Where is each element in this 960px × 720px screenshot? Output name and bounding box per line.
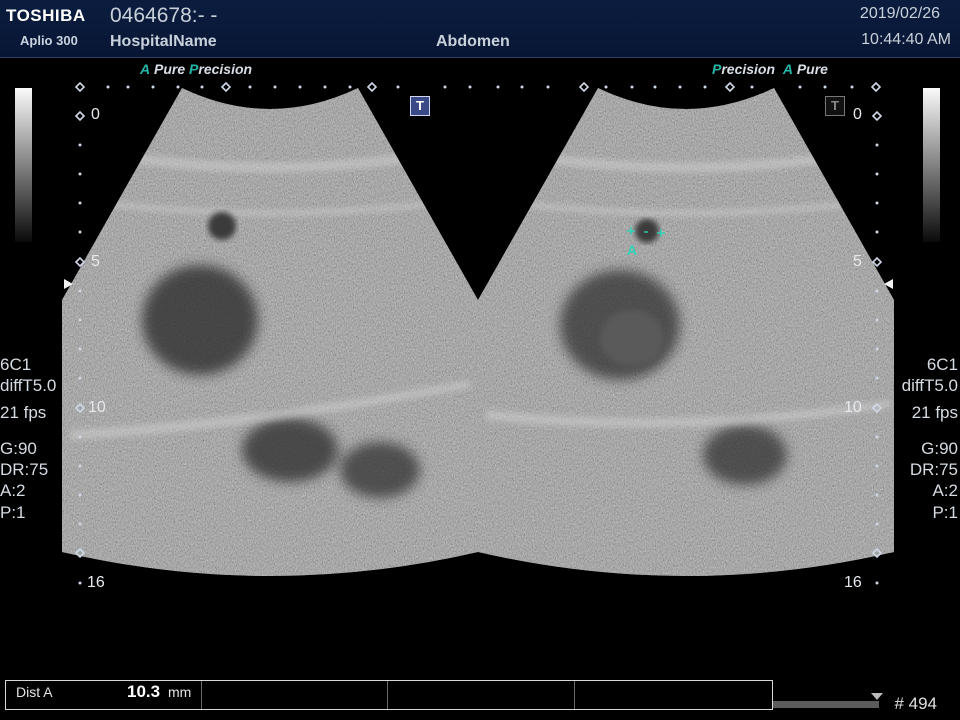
probe-label: 6C1 (926, 355, 958, 374)
caliper-label: A (627, 242, 638, 258)
scale-marker-icon (74, 81, 882, 93)
left-ultrasound-sector (62, 88, 478, 576)
t-icon[interactable]: T (825, 96, 845, 116)
measurement-unit: mm (168, 684, 192, 700)
depth-label-16: 16 (844, 574, 862, 591)
frame-rate: 21 fps (0, 402, 47, 422)
lateral-scale (106, 85, 854, 89)
frame-counter: # 494 (894, 694, 937, 713)
measurement-table: Dist A 10.3 mm (5, 680, 773, 710)
depth-label-0: 0 (853, 106, 862, 123)
probe-label: 6C1 (0, 355, 32, 374)
filter-label: diffT5.0 (0, 376, 57, 396)
depth-label-10: 10 (844, 399, 862, 416)
gain: G:90 (0, 438, 37, 458)
right-ultrasound-sector (478, 88, 894, 576)
p-param: P:1 (0, 502, 26, 522)
measurement-cell: Dist A 10.3 mm (6, 681, 202, 709)
depth-label-5: 5 (91, 253, 100, 270)
cine-scrollbar[interactable] (773, 701, 879, 708)
left-params-panel: 6C1 diffT5.0 21 fps G:90 DR:75 A:2 P:1 (0, 354, 56, 523)
depth-label-10: 10 (88, 399, 106, 416)
measurement-label: Dist A (16, 684, 53, 700)
a-param: A:2 (0, 481, 26, 501)
measurement-value: 10.3 (127, 682, 161, 701)
depth-label-16: 16 (87, 574, 105, 591)
a-param: A:2 (932, 481, 958, 501)
gain: G:90 (921, 438, 958, 458)
right-params-panel: 6C1 diffT5.0 21 fps G:90 DR:75 A:2 P:1 (902, 354, 958, 523)
depth-label-0: 0 (91, 106, 100, 123)
depth-label-5: 5 (853, 253, 862, 270)
filter-label: diffT5.0 (901, 376, 958, 396)
measurement-cell (387, 681, 575, 709)
dynamic-range: DR:75 (0, 460, 49, 479)
dynamic-range: DR:75 (909, 460, 958, 479)
ultrasound-images (62, 81, 894, 585)
t-icon[interactable]: T (410, 96, 430, 116)
p-param: P:1 (932, 502, 958, 522)
frame-rate: 21 fps (911, 402, 958, 422)
cine-position-marker[interactable] (871, 693, 883, 701)
measurement-cell (201, 681, 388, 709)
